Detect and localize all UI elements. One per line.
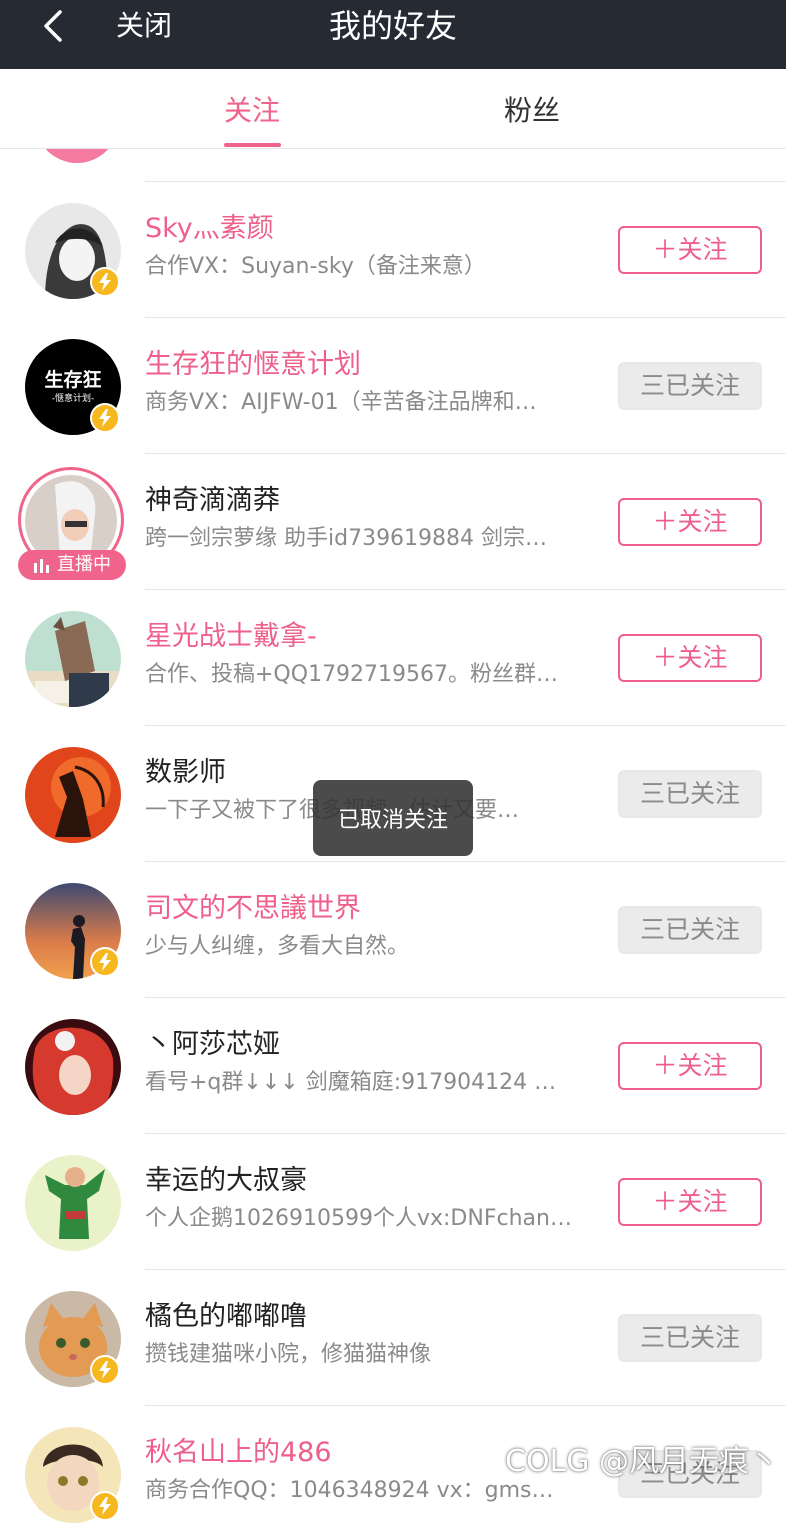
user-name[interactable]: Sky灬素颜: [145, 212, 274, 246]
verified-badge-icon: [90, 267, 120, 297]
follow-button[interactable]: ＋关注: [618, 1042, 762, 1090]
avatar: [35, 149, 119, 163]
active-tab-indicator: [224, 143, 281, 147]
user-name[interactable]: 数影师: [145, 756, 226, 790]
user-description: 合作、投稿+QQ1792719567。粉丝群…: [145, 662, 559, 687]
list-item[interactable]: 橘色的嘟嘟噜 攒钱建猫咪小院，修猫猫神像 三已关注: [0, 1270, 786, 1406]
toast-message: 已取消关注: [313, 780, 473, 856]
tab-bar: 关注 粉丝: [0, 69, 786, 149]
user-description: 个人企鹅1026910599个人vx:DNFchan…: [145, 1206, 572, 1231]
verified-badge-icon: [90, 403, 120, 433]
avatar[interactable]: [25, 611, 121, 707]
user-name[interactable]: 丶阿莎芯娅: [145, 1028, 280, 1062]
follow-button[interactable]: ＋关注: [618, 1178, 762, 1226]
user-description: 合作VX：Suyan-sky（备注来意）: [145, 254, 486, 279]
verified-badge-icon: [90, 947, 120, 977]
live-badge: 直播中: [18, 550, 126, 580]
followed-button[interactable]: 三已关注: [618, 362, 762, 410]
list-item[interactable]: 司文的不思議世界 少与人纠缠，多看大自然。 三已关注: [0, 862, 786, 998]
user-description: 跨一剑宗萝缘 助手id739619884 剑宗…: [145, 526, 548, 551]
app-header: 关闭 我的好友: [0, 0, 786, 69]
list-item[interactable]: 幸运的大叔豪 个人企鹅1026910599个人vx:DNFchan… ＋关注: [0, 1134, 786, 1270]
user-name[interactable]: 司文的不思議世界: [145, 892, 361, 926]
follow-button[interactable]: ＋关注: [618, 498, 762, 546]
list-item[interactable]: 直播中 神奇滴滴莽 跨一剑宗萝缘 助手id739619884 剑宗… ＋关注: [0, 454, 786, 590]
avatar[interactable]: [25, 1155, 121, 1251]
followed-button[interactable]: 三已关注: [618, 1314, 762, 1362]
user-name[interactable]: 星光战士戴拿-: [145, 620, 317, 654]
list-item[interactable]: Sky灬素颜 合作VX：Suyan-sky（备注来意） ＋关注: [0, 182, 786, 318]
avatar[interactable]: [25, 1019, 121, 1115]
live-label: 直播中: [57, 554, 111, 575]
tab-fans[interactable]: 粉丝: [504, 93, 560, 129]
verified-badge-icon: [90, 1355, 120, 1385]
user-description: 少与人纠缠，多看大自然。: [145, 934, 410, 959]
followed-button[interactable]: 三已关注: [618, 770, 762, 818]
page-title: 我的好友: [328, 7, 457, 45]
list-item[interactable]: 生存狂 -惬意计划- 生存狂的惬意计划 商务VX：AIJFW-01（辛苦备注品牌…: [0, 318, 786, 454]
follow-button[interactable]: ＋关注: [618, 634, 762, 682]
tab-following[interactable]: 关注: [224, 93, 280, 129]
verified-badge-icon: [90, 1491, 120, 1521]
list-item[interactable]: 丶阿莎芯娅 看号+q群↓↓↓ 剑魔箱庭:917904124 小… ＋关注: [0, 998, 786, 1134]
user-name[interactable]: 秋名山上的486: [145, 1436, 332, 1470]
follow-button[interactable]: ＋关注: [618, 226, 762, 274]
partial-list-item: [0, 149, 786, 182]
list-item[interactable]: 星光战士戴拿- 合作、投稿+QQ1792719567。粉丝群… ＋关注: [0, 590, 786, 726]
user-description: 商务VX：AIJFW-01（辛苦备注品牌和…: [145, 390, 537, 415]
user-name[interactable]: 橘色的嘟嘟噜: [145, 1300, 307, 1334]
user-name[interactable]: 神奇滴滴莽: [145, 484, 280, 518]
watermark: COLG @风月无痕丶: [505, 1444, 780, 1479]
avatar-logo-text: 生存狂: [44, 369, 102, 391]
user-name[interactable]: 生存狂的惬意计划: [145, 348, 361, 382]
user-description: 攒钱建猫咪小院，修猫猫神像: [145, 1342, 432, 1367]
user-name[interactable]: 幸运的大叔豪: [145, 1164, 307, 1198]
followed-button[interactable]: 三已关注: [618, 906, 762, 954]
avatar[interactable]: [25, 747, 121, 843]
user-description: 看号+q群↓↓↓ 剑魔箱庭:917904124 小…: [145, 1070, 575, 1095]
live-bars-icon: [34, 559, 49, 573]
